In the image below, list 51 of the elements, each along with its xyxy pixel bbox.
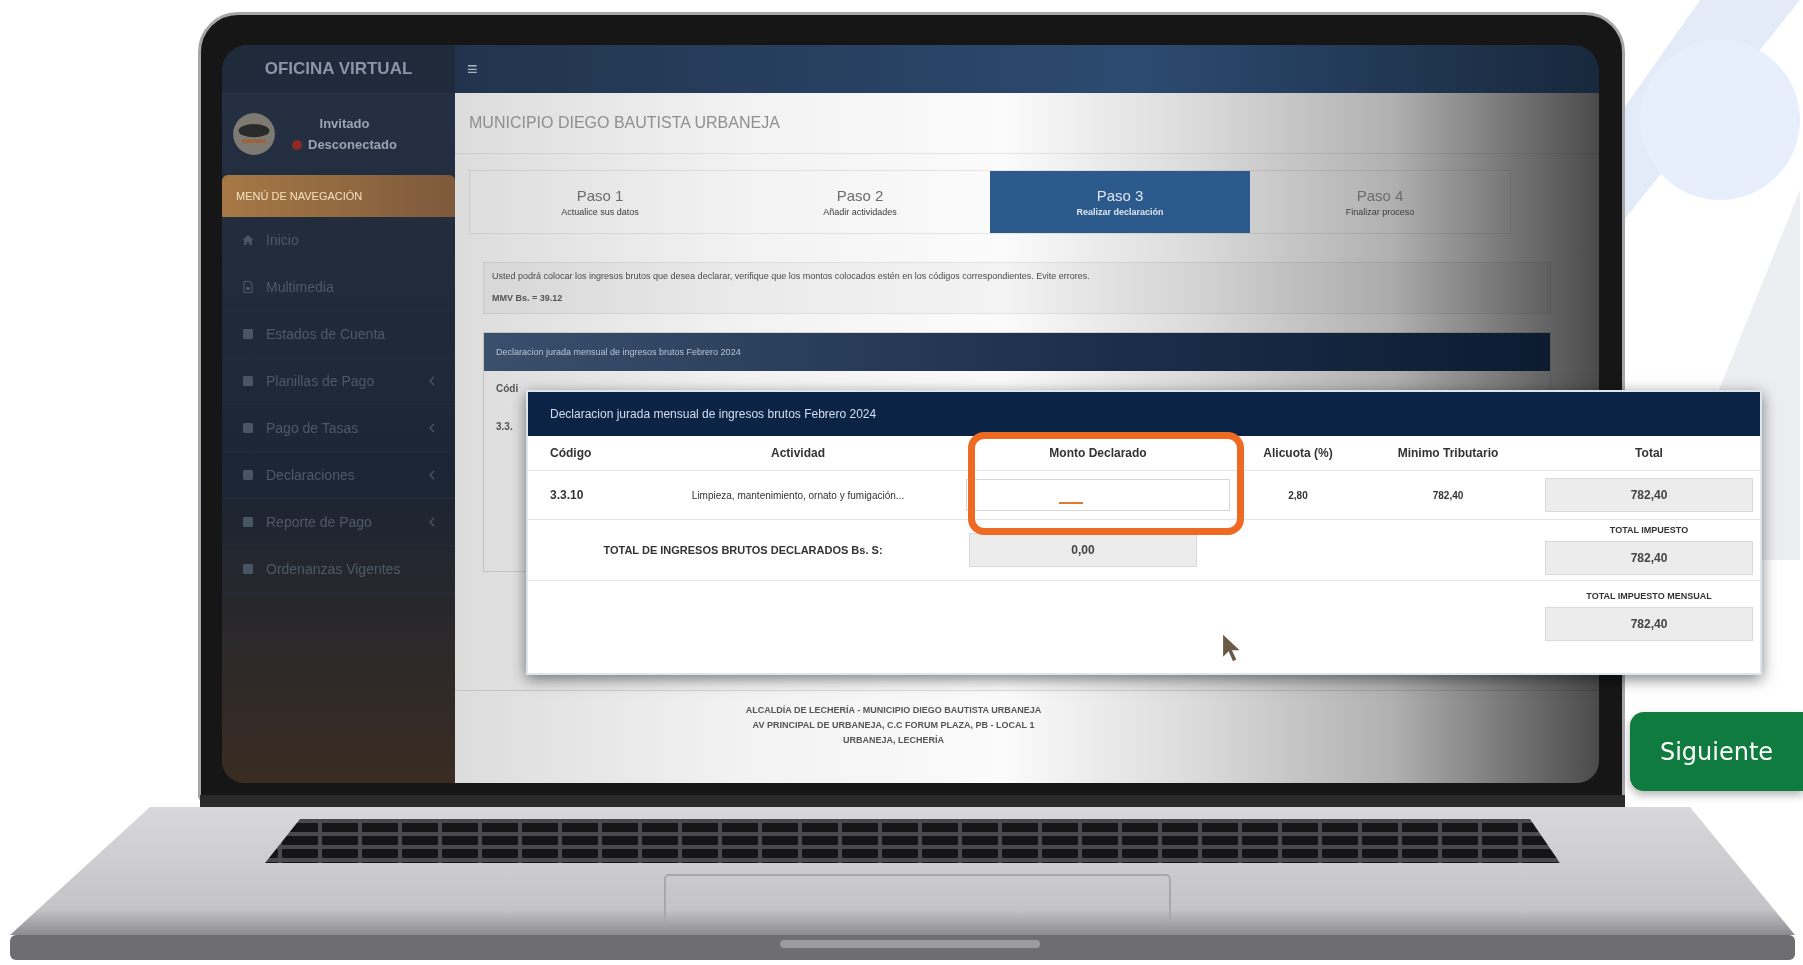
total-tax-field: 782,40	[1545, 541, 1753, 575]
chevron-icon	[429, 376, 435, 386]
mmv-value: MMV Bs. = 39.12	[492, 293, 564, 303]
panel-title: Declaracion jurada mensual de ingresos brutos Febrero 2024	[484, 333, 1550, 371]
home-icon	[242, 234, 254, 246]
square-icon	[242, 563, 254, 575]
section-header: MENÚ DE NAVEGACIÓN	[222, 175, 455, 217]
table-cell-text: 782,40	[1431, 489, 1465, 501]
column-header: Códi	[496, 383, 519, 394]
notice-text: Usted podrá colocar los ingresos brutos que desea declarar, verifique que los montos colocados estén en los códigos correspondientes. Evite errores.	[492, 271, 1091, 281]
square-icon	[242, 469, 254, 481]
step-tab[interactable]: Paso 2 Añadir actividades	[730, 171, 990, 233]
table-cell-text: 2,80	[1287, 489, 1309, 501]
chevron-icon	[429, 517, 435, 527]
total-label: TOTAL DE INGRESOS BRUTOS DECLARADOS Bs. S:	[602, 544, 884, 556]
file-icon	[242, 281, 254, 293]
step-tab[interactable]: Paso 1 Actualice sus datos	[470, 171, 730, 233]
amount-input-field[interactable]	[966, 479, 1230, 511]
column-header: Alicuota (%)	[1262, 446, 1334, 460]
square-icon	[242, 516, 254, 528]
total-label: TOTAL IMPUESTO MENSUAL	[1586, 591, 1712, 601]
square-icon	[242, 375, 254, 387]
total-field: 782,40	[1545, 478, 1753, 512]
user-name: Invitado	[319, 116, 370, 131]
step-tab[interactable]: Paso 3 Realizar declaración	[990, 171, 1250, 233]
total-label: TOTAL IMPUESTO	[1609, 525, 1689, 535]
column-header: Código	[549, 446, 593, 460]
table-cell-text: Limpieza, mantenimiento, ornato y fumigación...	[690, 489, 906, 501]
column-header: Monto Declarado	[1048, 446, 1148, 460]
square-icon	[242, 328, 254, 340]
column-header: Actividad	[770, 446, 826, 460]
brand-title: OFICINA VIRTUAL	[222, 45, 455, 93]
square-icon	[242, 422, 254, 434]
table-cell: 3.3.	[496, 421, 513, 432]
monthly-tax-field: 782,40	[1545, 607, 1753, 641]
column-header: Total	[1634, 446, 1664, 460]
next-button[interactable]: Siguiente	[1630, 712, 1803, 791]
page-title: MUNICIPIO DIEGO BAUTISTA URBANEJA	[455, 93, 1599, 154]
total-declared-field: 0,00	[969, 533, 1197, 567]
popup-title: Declaracion jurada mensual de ingresos brutos Febrero 2024	[528, 392, 1760, 436]
menu-icon[interactable]: ≡	[467, 58, 478, 80]
footer-text: AV PRINCIPAL DE URBANEJA, C.C FORUM PLAZA, PB - LOCAL 1	[752, 720, 1035, 730]
table-cell-text: 3.3.10	[549, 488, 585, 502]
column-header: Minimo Tributario	[1396, 446, 1500, 460]
chevron-icon	[429, 423, 435, 433]
user-status: Desconectado	[308, 137, 397, 152]
step-tab[interactable]: Paso 4 Finalizar proceso	[1250, 171, 1510, 233]
footer-text: ALCALDÍA DE LECHERÍA - MUNICIPIO DIEGO BAUTISTA URBANEJA	[745, 705, 1042, 715]
chevron-icon	[429, 470, 435, 480]
logo-icon	[232, 112, 276, 156]
footer-text: URBANEJA, LECHERÍA	[843, 735, 944, 745]
